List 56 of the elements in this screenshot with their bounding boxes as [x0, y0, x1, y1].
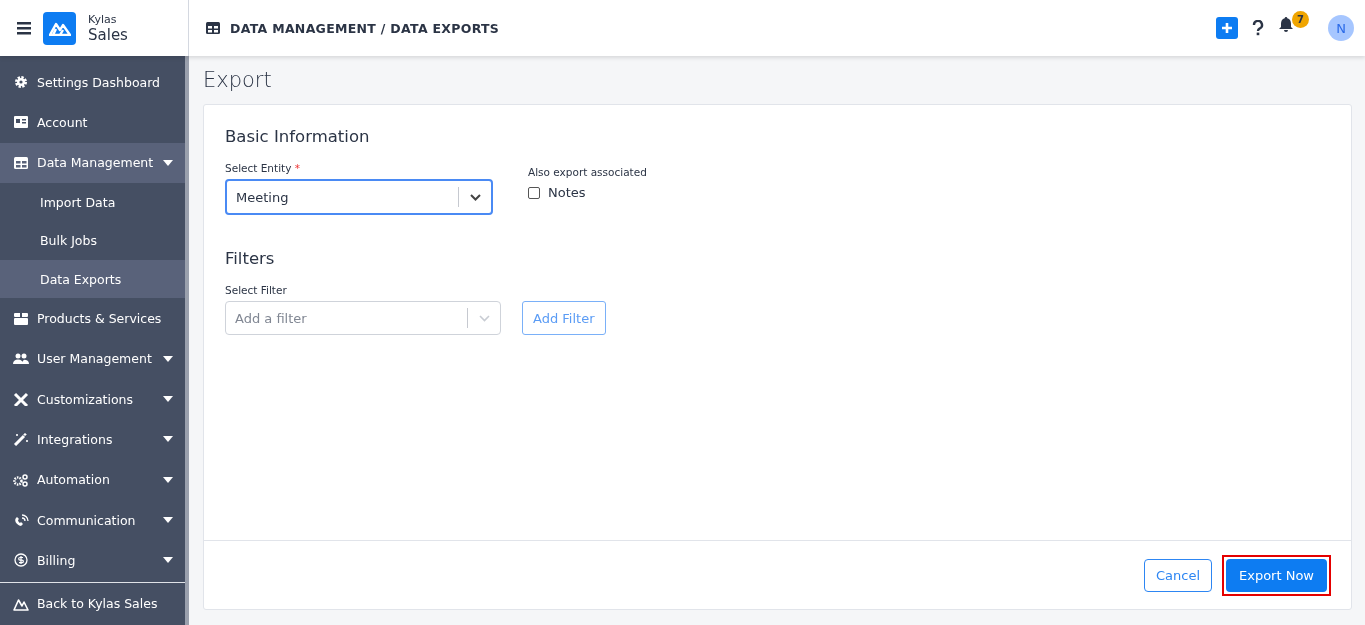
chevron-down-icon: [469, 193, 481, 201]
sidebar-item[interactable]: Customizations: [0, 379, 185, 420]
notification-badge: 7: [1292, 11, 1309, 28]
sidebar-item[interactable]: Integrations: [0, 419, 185, 460]
mountain-icon: [13, 596, 29, 611]
magic-wand-icon: [13, 432, 29, 447]
section-heading: Filters: [225, 249, 276, 268]
page-title: Export: [203, 68, 273, 92]
caret-icon: [163, 476, 173, 483]
brand-name: Kylas: [88, 13, 118, 25]
required-mark: *: [294, 162, 300, 174]
sidebar-item[interactable]: Automation: [0, 459, 185, 500]
export-button[interactable]: Export Now: [1226, 558, 1327, 592]
caret-icon: [163, 517, 173, 523]
entity-select[interactable]: Meeting: [225, 179, 493, 215]
caret-icon: [163, 396, 173, 403]
add-button[interactable]: [1216, 17, 1238, 39]
id-card-icon: [13, 115, 29, 130]
help-icon[interactable]: [1252, 20, 1264, 36]
sidebar-item[interactable]: User Management: [0, 338, 185, 379]
gear-icon: [13, 75, 29, 90]
checkbox-label: Notes: [548, 185, 586, 200]
field-label: Select Filter: [225, 284, 288, 296]
breadcrumb: DATA MANAGEMENT / DATA EXPORTS: [230, 20, 500, 36]
sidebar-item[interactable]: Billing: [0, 540, 185, 581]
caret-icon: [163, 557, 173, 564]
filter-select[interactable]: Add a filter: [225, 301, 501, 335]
sidebar-item[interactable]: Data Management: [0, 142, 185, 183]
bell-icon[interactable]: [1278, 16, 1294, 33]
dollar-coin-icon: [13, 553, 29, 568]
caret-icon: [163, 436, 173, 443]
users-icon: [13, 351, 29, 366]
sidebar-subitem[interactable]: Data Exports: [0, 259, 185, 299]
mountain-icon: [48, 20, 71, 36]
menu-icon[interactable]: [17, 21, 31, 35]
back-link[interactable]: Back to Kylas Sales: [0, 583, 185, 624]
gears-icon: [13, 472, 29, 487]
sidebar-item[interactable]: Account: [0, 102, 185, 143]
caret-icon: [163, 355, 173, 362]
sidebar-item[interactable]: Settings Dashboard: [0, 62, 185, 103]
table-icon: [206, 22, 220, 34]
field-label: Select Entity: [225, 162, 292, 174]
box-icon: [13, 311, 29, 326]
chevron-down-icon: [478, 314, 490, 322]
caret-icon: [163, 159, 173, 166]
sidebar-subitem[interactable]: Import Data: [0, 182, 185, 222]
product-name: Sales: [88, 27, 128, 43]
sidebar-subitem[interactable]: Bulk Jobs: [0, 221, 185, 260]
table-icon: [13, 155, 29, 170]
cancel-button[interactable]: Cancel: [1143, 558, 1212, 592]
sidebar-item[interactable]: Communication: [0, 499, 185, 541]
checkbox[interactable]: [528, 186, 540, 199]
field-label: Also export associated: [528, 166, 647, 178]
sidebar-item[interactable]: Products & Services: [0, 298, 185, 339]
plus-icon: [1221, 22, 1233, 34]
section-heading: Basic Information: [225, 127, 371, 146]
